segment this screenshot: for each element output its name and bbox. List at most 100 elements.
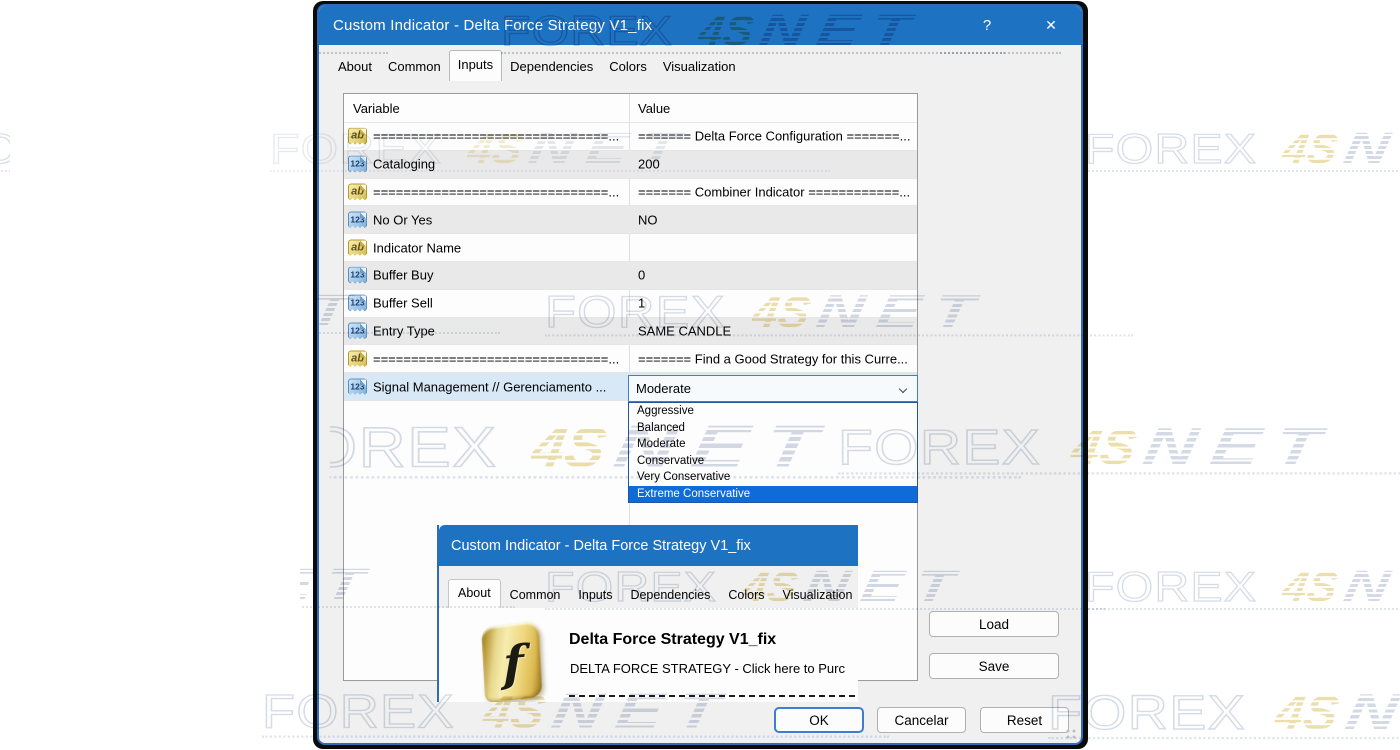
combobox-dropdown-list: Aggressive Balanced Moderate Conservative Ve… — [628, 402, 918, 503]
dropdown-option[interactable]: Balanced — [629, 420, 917, 437]
watermark: FOREX4SNET — [1084, 124, 1400, 173]
watermark-text: NET — [83, 6, 253, 55]
table-header: Variable Value — [344, 94, 917, 123]
tab-dependencies[interactable]: Dependencies — [502, 55, 601, 81]
watermark: FOREX4SNET — [1047, 684, 1400, 740]
table-row[interactable]: ab ===============================... ====… — [344, 345, 917, 374]
value-cell[interactable]: ======= Find a Good Strategy for this Cu… — [638, 351, 916, 366]
value-cell[interactable]: ======= Combiner Indicator ============.… — [638, 184, 916, 199]
watermark-text: FOREX — [9, 287, 113, 334]
table-row[interactable]: 123 Buffer Sell 1 — [344, 290, 917, 318]
value-cell[interactable]: NO — [638, 212, 916, 227]
number-type-icon: 123 — [348, 155, 367, 173]
dropdown-option[interactable]: Extreme Conservative — [629, 485, 917, 502]
table-row[interactable]: 123 No Or Yes NO — [344, 206, 917, 235]
tab-common[interactable]: Common — [501, 584, 570, 608]
string-type-icon: ab — [348, 127, 367, 145]
watermark-text: 4S — [133, 287, 197, 334]
dropdown-option[interactable]: Conservative — [629, 453, 917, 470]
string-type-icon: ab — [348, 183, 367, 201]
table-row[interactable]: 123 Entry Type SAME CANDLE — [344, 317, 917, 346]
signal-management-combobox[interactable]: Moderate — [628, 375, 918, 402]
column-header-value: Value — [638, 101, 671, 116]
variable-cell: Cataloging — [373, 156, 436, 172]
number-type-icon: 123 — [348, 322, 367, 340]
indicator-name: Delta Force Strategy V1_fix — [569, 631, 777, 648]
inner-title-bar: Custom Indicator - Delta Force Strategy … — [439, 525, 858, 566]
tab-inputs[interactable]: Inputs — [448, 50, 503, 81]
tab-visualization[interactable]: Visualization — [655, 55, 744, 81]
inner-about-dialog: Custom Indicator - Delta Force Strategy … — [437, 525, 858, 702]
tab-about[interactable]: About — [330, 55, 380, 81]
resize-grip[interactable] — [1065, 728, 1077, 740]
icon-fold-corner — [360, 128, 366, 135]
column-header-variable: Variable — [353, 101, 400, 116]
number-type-icon: 123 — [348, 378, 367, 395]
variable-cell: Entry Type — [373, 323, 435, 339]
number-type-icon: 123 — [348, 211, 367, 228]
watermark-text: FOREX — [24, 561, 128, 608]
dialog-title: Custom Indicator - Delta Force Strategy … — [333, 17, 653, 34]
value-cell[interactable]: 200 — [638, 157, 916, 172]
variable-cell: Buffer Sell — [373, 295, 433, 311]
help-button[interactable]: ? — [965, 6, 1009, 45]
watermark-text: 4S — [1278, 125, 1342, 172]
dropdown-option[interactable]: Very Conservative — [629, 469, 917, 486]
table-row[interactable]: ab ===============================... ====… — [344, 179, 917, 207]
chevron-down-icon — [898, 384, 908, 394]
icon-fold-corner — [360, 240, 366, 247]
variable-cell: No Or Yes — [373, 212, 433, 228]
tab-colors[interactable]: Colors — [601, 55, 655, 81]
tab-bar: About Common Inputs Dependencies Colors Visua… — [330, 50, 744, 81]
value-cell[interactable]: 0 — [638, 268, 916, 283]
watermark: FOREX4SNET — [1084, 562, 1400, 612]
tab-common[interactable]: Common — [380, 55, 449, 81]
table-row[interactable]: ab ===============================... ====… — [344, 123, 917, 151]
watermark-text: 4S — [148, 561, 212, 608]
inner-tab-bar: About Common Inputs Dependencies Colors Visua… — [448, 577, 858, 608]
save-button[interactable]: Save — [929, 653, 1059, 679]
value-cell[interactable]: ======= Delta Force Configuration ======… — [638, 129, 916, 144]
load-button[interactable]: Load — [929, 611, 1059, 637]
string-type-icon: ab — [348, 350, 367, 367]
reset-button[interactable]: Reset — [980, 707, 1069, 733]
ok-button[interactable]: OK — [774, 707, 864, 733]
value-cell[interactable]: 1 — [638, 296, 916, 311]
watermark-text: 4S — [1270, 685, 1343, 740]
tab-inputs[interactable]: Inputs — [569, 584, 621, 608]
cancel-button[interactable]: Cancelar — [877, 707, 966, 733]
value-cell[interactable]: SAME CANDLE — [638, 323, 916, 338]
string-type-icon: ab — [348, 239, 367, 256]
number-type-icon: 123 — [348, 266, 367, 284]
watermark-text: NET — [1340, 562, 1400, 612]
page: Custom Indicator - Delta Force Strategy … — [0, 0, 1400, 750]
icon-fold-corner — [360, 379, 366, 386]
tab-colors[interactable]: Colors — [719, 584, 773, 608]
icon-fold-corner — [360, 351, 366, 358]
close-button[interactable]: ✕ — [1029, 6, 1073, 45]
variable-cell: Signal Management // Gerenciamento ... — [373, 379, 607, 395]
dropdown-option[interactable]: Aggressive — [629, 403, 917, 420]
watermark-text: NET — [1139, 418, 1340, 476]
variable-cell: Buffer Buy — [373, 267, 434, 283]
variable-cell: ===============================... — [373, 184, 620, 200]
watermark-text: 4S — [21, 7, 85, 54]
table-row[interactable]: 123 Cataloging 200 — [344, 150, 917, 179]
table-row[interactable]: 123 Buffer Buy 0 — [344, 261, 917, 290]
variable-cell: Indicator Name — [373, 240, 462, 256]
watermark-text: 4S — [143, 125, 207, 172]
dropdown-option[interactable]: Moderate — [629, 436, 917, 453]
tab-dependencies[interactable]: Dependencies — [621, 584, 719, 608]
combobox-value: Moderate — [636, 381, 691, 396]
tab-visualization[interactable]: Visualization — [774, 584, 859, 608]
inner-about-content: f Delta Force Strategy V1_fix DELTA FORC… — [439, 608, 858, 702]
indicator-logo: f — [481, 620, 543, 702]
table-row[interactable]: ab Indicator Name — [344, 234, 917, 262]
tab-about[interactable]: About — [448, 579, 501, 608]
icon-fold-corner — [360, 212, 366, 219]
watermark-text: 4S — [1278, 563, 1342, 610]
icon-fold-corner — [360, 156, 366, 163]
logo-letter-f: f — [502, 634, 524, 693]
inner-dialog-title: Custom Indicator - Delta Force Strategy … — [451, 537, 751, 554]
number-type-icon: 123 — [348, 294, 367, 312]
